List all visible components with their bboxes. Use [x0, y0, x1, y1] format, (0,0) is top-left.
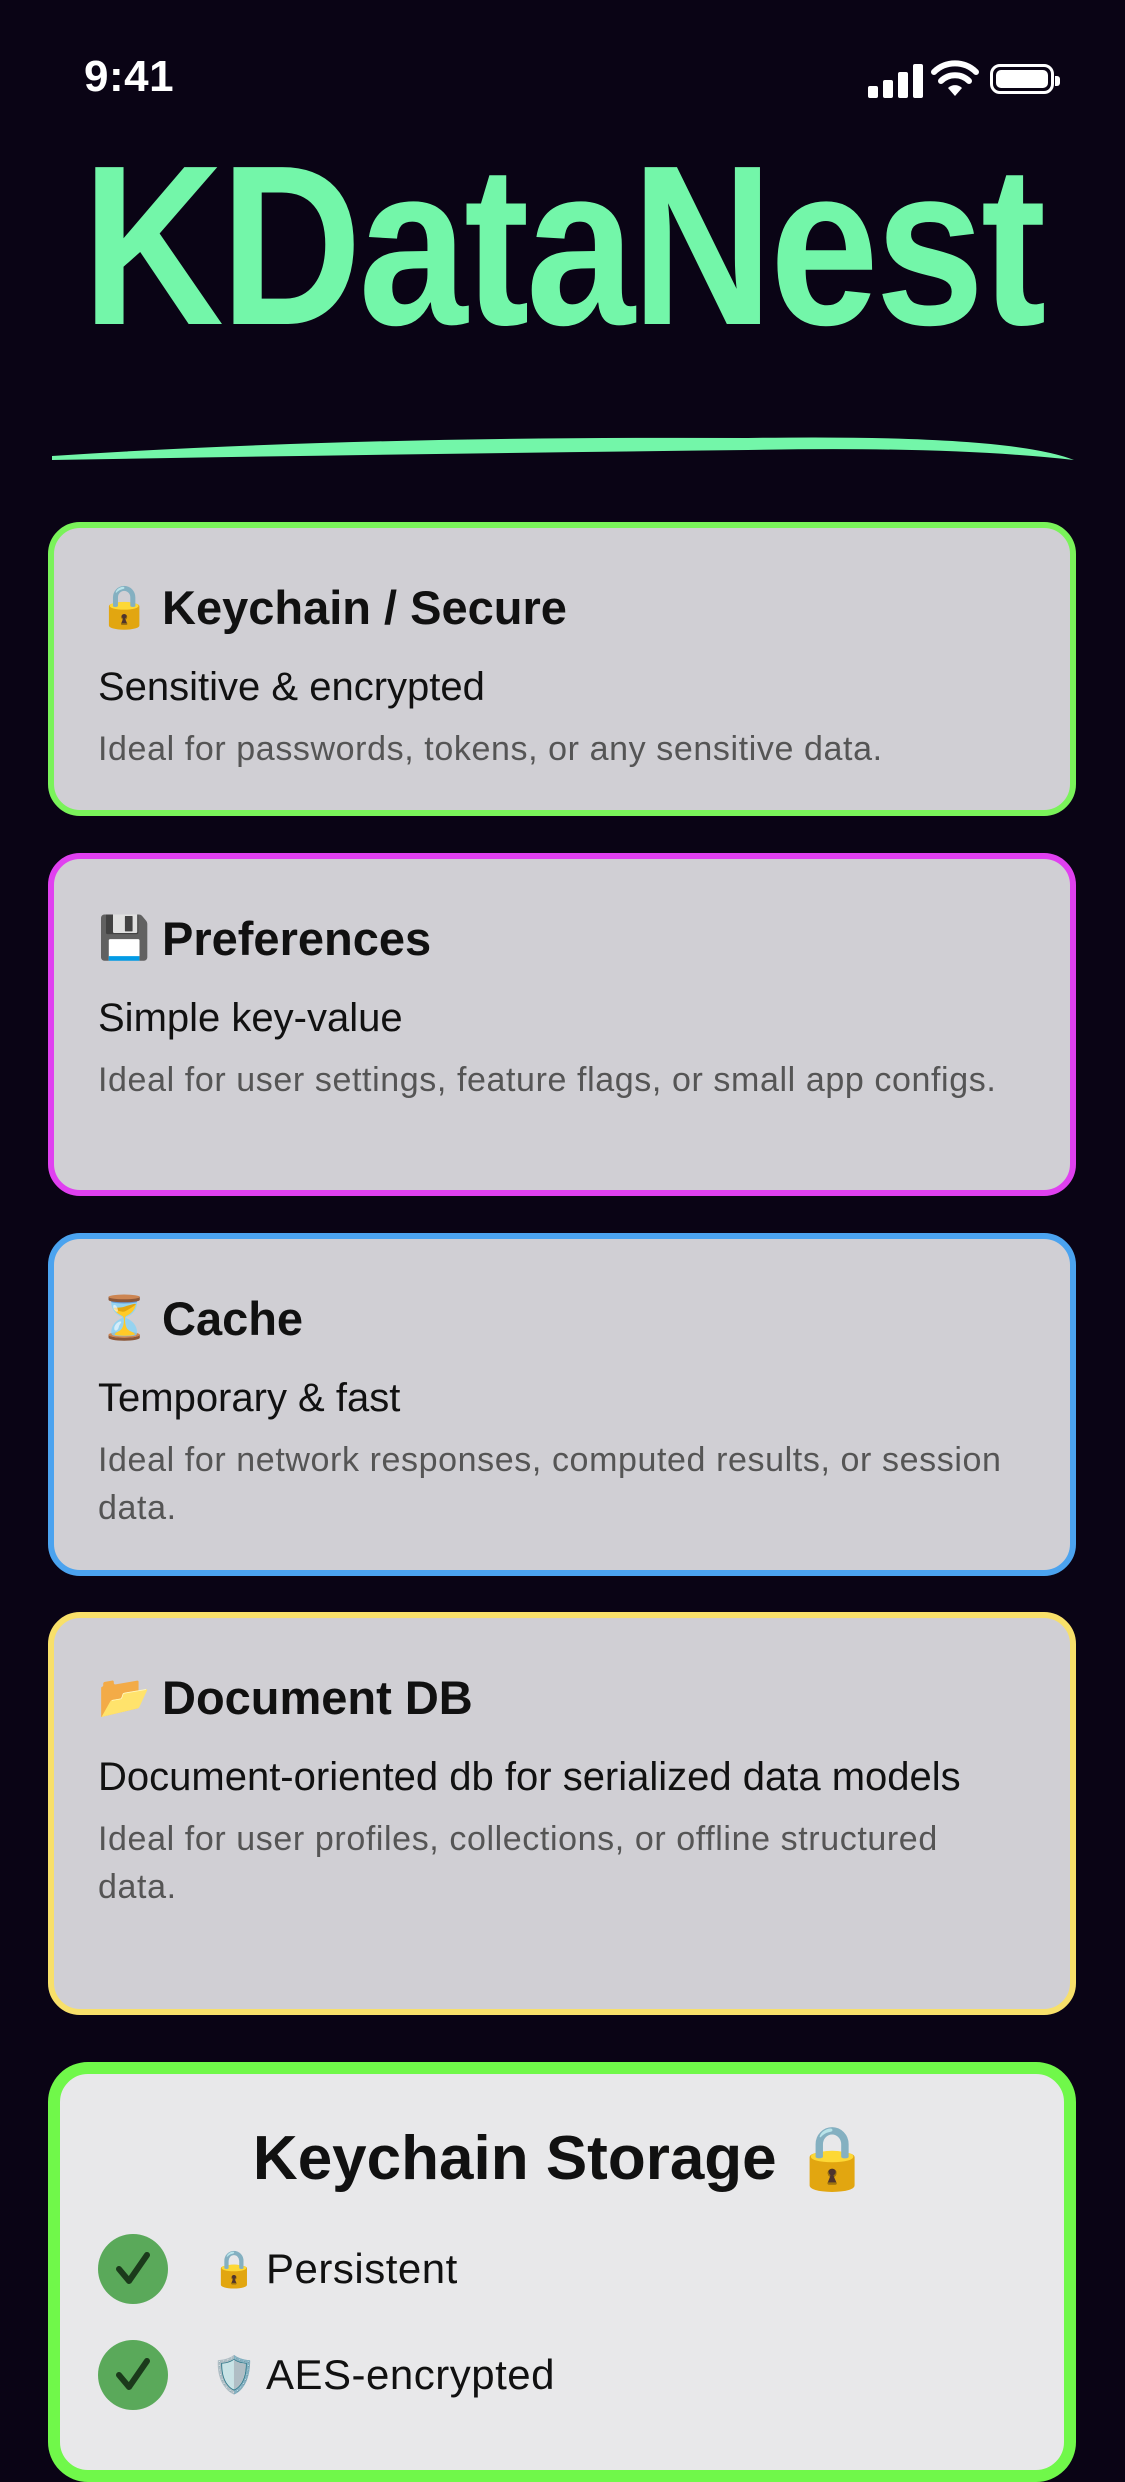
feature-label: Persistent: [266, 2245, 458, 2292]
cellular-signal-icon: [868, 62, 924, 98]
card-description: Ideal for passwords, tokens, or any sens…: [98, 730, 883, 768]
card-title-text: Keychain / Secure: [162, 581, 567, 634]
card-subtitle: Temporary & fast: [98, 1376, 401, 1420]
card-subtitle: Sensitive & encrypted: [98, 665, 485, 709]
keychain-storage-detail-panel: Keychain Storage 🔒 🔒 Persistent 🛡️ AES-e…: [48, 2062, 1076, 2482]
card-title-text: Preferences: [162, 912, 432, 965]
card-description: Ideal for network responses, computed re…: [98, 1441, 1002, 1527]
floppy-disk-icon: 💾: [98, 914, 151, 961]
card-subtitle: Simple key-value: [98, 996, 403, 1040]
storage-card-preferences[interactable]: 💾 Preferences Simple key-value Ideal for…: [48, 853, 1076, 1196]
storage-card-keychain[interactable]: 🔒 Keychain / Secure Sensitive & encrypte…: [48, 522, 1076, 816]
lock-icon: 🔒: [211, 2248, 257, 2289]
folder-icon: 📂: [98, 1673, 151, 1720]
checkmark-icon: [98, 2340, 168, 2410]
hourglass-icon: ⏳: [98, 1294, 151, 1341]
card-description: Ideal for user settings, feature flags, …: [98, 1061, 997, 1099]
title-underline: [52, 437, 1074, 460]
storage-card-cache[interactable]: ⏳ Cache Temporary & fast Ideal for netwo…: [48, 1233, 1076, 1576]
feature-row-persistent: 🔒 Persistent: [98, 2234, 458, 2304]
card-subtitle: Document-oriented db for serialized data…: [98, 1755, 961, 1799]
lock-icon: 🔒: [98, 583, 151, 630]
wifi-icon: [931, 60, 979, 96]
card-title: 🔒 Keychain / Secure: [98, 580, 1026, 635]
battery-icon: [990, 64, 1060, 94]
card-title-text: Cache: [162, 1292, 304, 1345]
card-title: 📂 Document DB: [98, 1670, 1026, 1725]
card-title-text: Document DB: [162, 1671, 473, 1724]
card-description: Ideal for user profiles, collections, or…: [98, 1820, 938, 1906]
checkmark-icon: [98, 2234, 168, 2304]
card-title: ⏳ Cache: [98, 1291, 1026, 1346]
status-time: 9:41: [84, 52, 175, 101]
detail-title: Keychain Storage 🔒: [252, 2124, 872, 2193]
feature-row-aes-encrypted: 🛡️ AES-encrypted: [98, 2340, 555, 2410]
feature-label: AES-encrypted: [266, 2351, 555, 2398]
shield-icon: 🛡️: [211, 2354, 257, 2395]
card-title: 💾 Preferences: [98, 911, 1026, 966]
storage-card-document-db[interactable]: 📂 Document DB Document-oriented db for s…: [48, 1612, 1076, 2015]
app-logo-title: KDataNest: [82, 119, 1046, 373]
